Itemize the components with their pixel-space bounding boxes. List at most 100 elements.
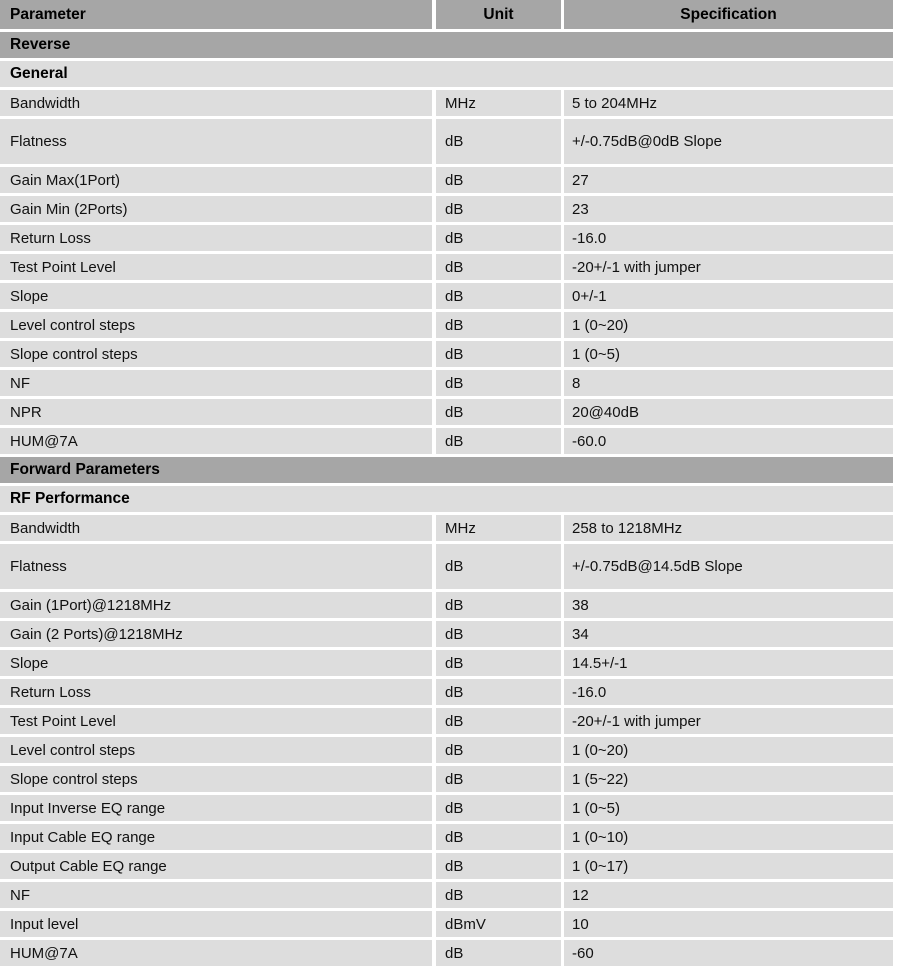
cell-parameter: Return Loss <box>0 679 432 705</box>
cell-parameter: NF <box>0 370 432 396</box>
cell-specification: -20+/-1 with jumper <box>564 254 893 280</box>
cell-unit: dB <box>436 650 561 676</box>
table-row: Level control steps dB 1 (0~20) <box>0 312 893 338</box>
cell-specification: -60.0 <box>564 428 893 454</box>
table-row: Flatness dB +/-0.75dB@14.5dB Slope <box>0 544 893 589</box>
table-section-header-row: Reverse <box>0 32 893 58</box>
table-row: Test Point Level dB -20+/-1 with jumper <box>0 708 893 734</box>
specification-table: Parameter Unit Specification Reverse Gene… <box>0 0 893 966</box>
table-row: NF dB 12 <box>0 882 893 908</box>
cell-unit: dB <box>436 370 561 396</box>
cell-parameter: NPR <box>0 399 432 425</box>
cell-specification: 5 to 204MHz <box>564 90 893 116</box>
cell-parameter: HUM@7A <box>0 940 432 966</box>
table-row: Gain (2 Ports)@1218MHz dB 34 <box>0 621 893 647</box>
cell-unit: dB <box>436 428 561 454</box>
table-row: Slope control steps dB 1 (0~5) <box>0 341 893 367</box>
cell-specification: 1 (0~20) <box>564 312 893 338</box>
table-row: NPR dB 20@40dB <box>0 399 893 425</box>
cell-parameter: Gain Max(1Port) <box>0 167 432 193</box>
section-label: RF Performance <box>0 486 893 512</box>
cell-specification: 0+/-1 <box>564 283 893 309</box>
cell-parameter: Test Point Level <box>0 708 432 734</box>
cell-unit: dB <box>436 679 561 705</box>
cell-unit: dB <box>436 882 561 908</box>
table-row: Gain (1Port)@1218MHz dB 38 <box>0 592 893 618</box>
table-subsection-header-row: General <box>0 61 893 87</box>
cell-unit: dB <box>436 737 561 763</box>
table-row: HUM@7A dB -60 <box>0 940 893 966</box>
cell-specification: 258 to 1218MHz <box>564 515 893 541</box>
cell-specification: 8 <box>564 370 893 396</box>
cell-specification: -20+/-1 with jumper <box>564 708 893 734</box>
column-header-parameter: Parameter <box>0 0 432 29</box>
cell-specification: 1 (0~10) <box>564 824 893 850</box>
table-row: Gain Min (2Ports) dB 23 <box>0 196 893 222</box>
section-label: Forward Parameters <box>0 457 893 483</box>
cell-specification: 1 (0~5) <box>564 795 893 821</box>
cell-specification: 1 (0~17) <box>564 853 893 879</box>
cell-unit: dB <box>436 119 561 164</box>
cell-specification: 14.5+/-1 <box>564 650 893 676</box>
cell-specification: 10 <box>564 911 893 937</box>
cell-parameter: Gain (2 Ports)@1218MHz <box>0 621 432 647</box>
cell-parameter: Slope <box>0 283 432 309</box>
table-section-header-row: Forward Parameters <box>0 457 893 483</box>
cell-specification: +/-0.75dB@0dB Slope <box>564 119 893 164</box>
table-row: NF dB 8 <box>0 370 893 396</box>
cell-unit: dB <box>436 225 561 251</box>
cell-parameter: Flatness <box>0 119 432 164</box>
cell-parameter: Test Point Level <box>0 254 432 280</box>
cell-unit: dB <box>436 708 561 734</box>
cell-unit: dB <box>436 312 561 338</box>
table-row: Input Inverse EQ range dB 1 (0~5) <box>0 795 893 821</box>
column-header-specification: Specification <box>564 0 893 29</box>
cell-unit: dB <box>436 341 561 367</box>
cell-unit: MHz <box>436 515 561 541</box>
table-header-row: Parameter Unit Specification <box>0 0 893 29</box>
cell-unit: dB <box>436 795 561 821</box>
cell-specification: 27 <box>564 167 893 193</box>
table-row: Bandwidth MHz 5 to 204MHz <box>0 90 893 116</box>
table-row: Slope dB 14.5+/-1 <box>0 650 893 676</box>
cell-specification: 38 <box>564 592 893 618</box>
cell-unit: dB <box>436 824 561 850</box>
cell-parameter: NF <box>0 882 432 908</box>
cell-unit: dB <box>436 254 561 280</box>
column-header-unit: Unit <box>436 0 561 29</box>
table-row: HUM@7A dB -60.0 <box>0 428 893 454</box>
cell-parameter: Slope control steps <box>0 341 432 367</box>
cell-specification: -16.0 <box>564 225 893 251</box>
cell-specification: 12 <box>564 882 893 908</box>
cell-parameter: Gain (1Port)@1218MHz <box>0 592 432 618</box>
cell-parameter: Input Cable EQ range <box>0 824 432 850</box>
table-row: Slope dB 0+/-1 <box>0 283 893 309</box>
cell-parameter: Bandwidth <box>0 515 432 541</box>
cell-parameter: Input Inverse EQ range <box>0 795 432 821</box>
table-subsection-header-row: RF Performance <box>0 486 893 512</box>
cell-parameter: Gain Min (2Ports) <box>0 196 432 222</box>
cell-specification: -60 <box>564 940 893 966</box>
cell-parameter: Slope <box>0 650 432 676</box>
cell-parameter: Bandwidth <box>0 90 432 116</box>
table-body: Reverse General Bandwidth MHz 5 to 204MHz Fla… <box>0 32 893 966</box>
cell-unit: dB <box>436 592 561 618</box>
cell-parameter: Output Cable EQ range <box>0 853 432 879</box>
cell-parameter: HUM@7A <box>0 428 432 454</box>
cell-parameter: Flatness <box>0 544 432 589</box>
cell-unit: dB <box>436 544 561 589</box>
table-row: Slope control steps dB 1 (5~22) <box>0 766 893 792</box>
cell-unit: dB <box>436 399 561 425</box>
table-row: Output Cable EQ range dB 1 (0~17) <box>0 853 893 879</box>
table-row: Bandwidth MHz 258 to 1218MHz <box>0 515 893 541</box>
cell-parameter: Slope control steps <box>0 766 432 792</box>
table-row: Test Point Level dB -20+/-1 with jumper <box>0 254 893 280</box>
table-row: Return Loss dB -16.0 <box>0 225 893 251</box>
cell-parameter: Return Loss <box>0 225 432 251</box>
cell-parameter: Input level <box>0 911 432 937</box>
table-row: Gain Max(1Port) dB 27 <box>0 167 893 193</box>
cell-unit: dB <box>436 940 561 966</box>
cell-specification: 1 (5~22) <box>564 766 893 792</box>
cell-unit: dBmV <box>436 911 561 937</box>
cell-specification: +/-0.75dB@14.5dB Slope <box>564 544 893 589</box>
